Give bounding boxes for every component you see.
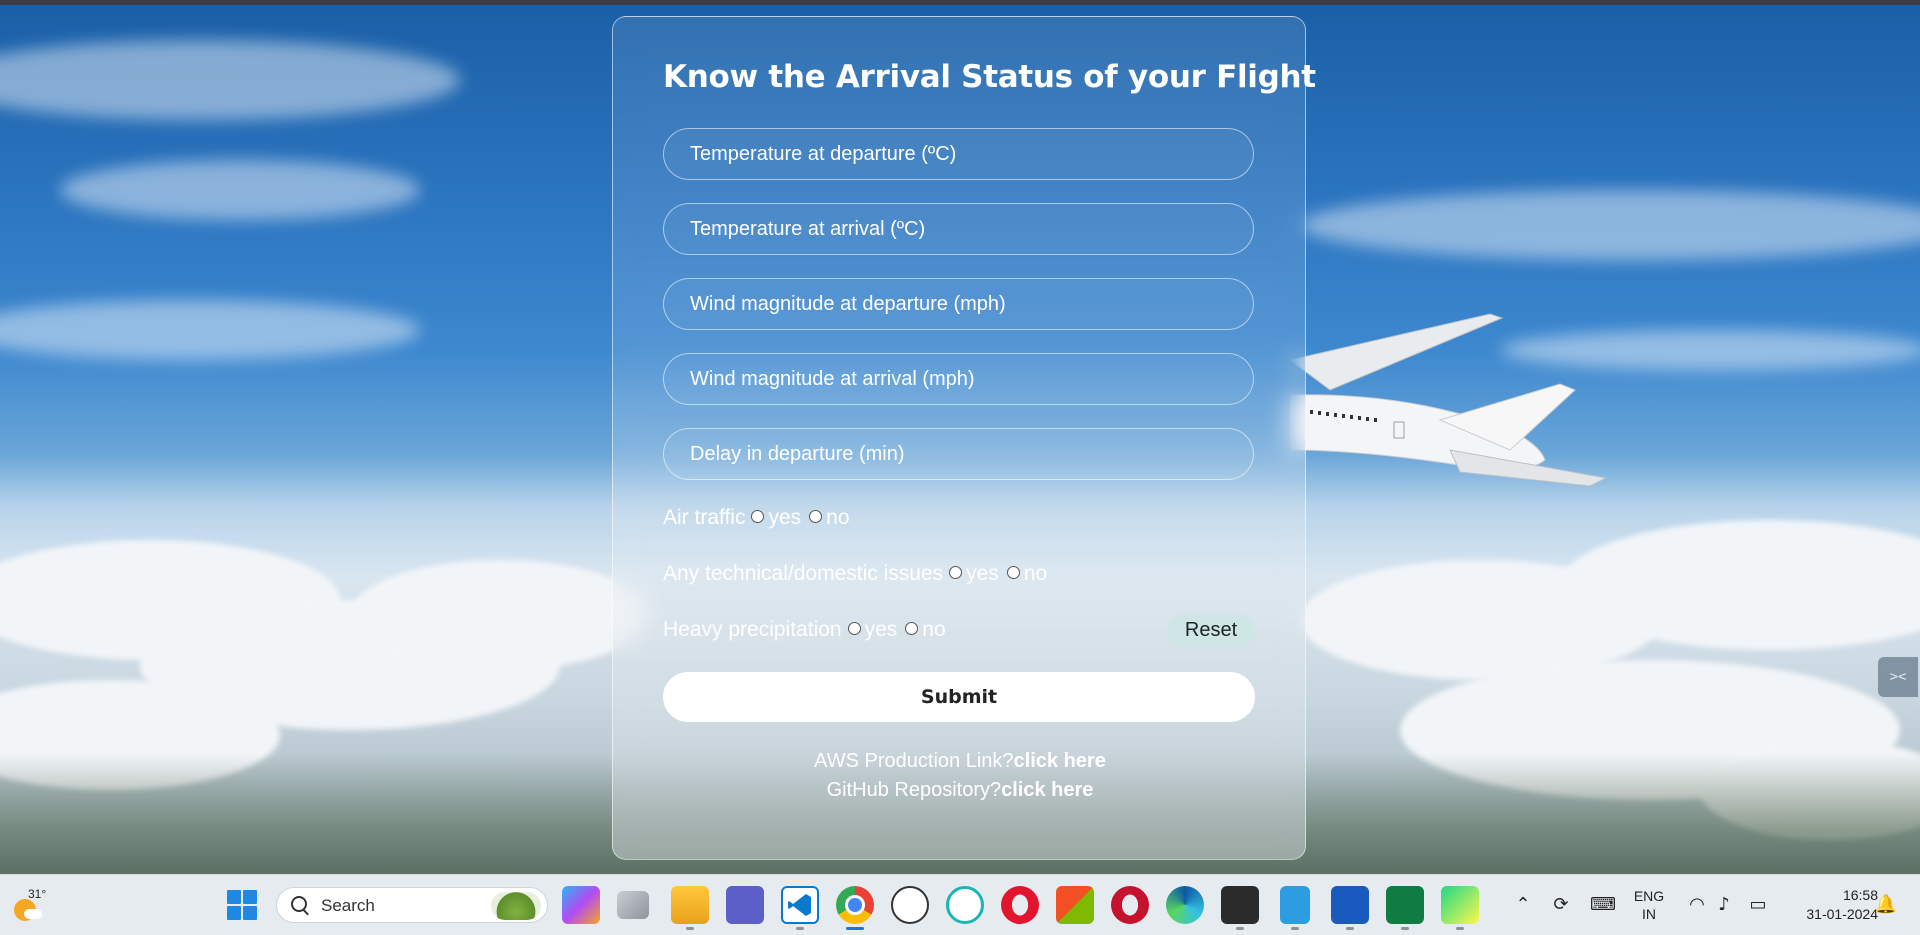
arrival-wind-input[interactable] xyxy=(663,353,1254,405)
air-traffic-no-label: no xyxy=(826,506,850,529)
microsoft-store-icon[interactable] xyxy=(1056,886,1094,924)
sky-streak xyxy=(0,300,420,360)
word-icon[interactable] xyxy=(1331,886,1369,924)
keyboard-icon[interactable]: ⌨ xyxy=(1590,893,1616,917)
chevron-up-icon[interactable]: ⌃ xyxy=(1511,893,1535,917)
running-indicator xyxy=(686,927,694,930)
airplane-image xyxy=(1290,313,1608,487)
region-code: IN xyxy=(1642,906,1656,922)
language-code: ENG xyxy=(1633,888,1665,904)
sky-streak xyxy=(60,160,420,220)
running-indicator xyxy=(1236,927,1244,930)
weather-temperature: 31° xyxy=(28,887,47,901)
opera-icon[interactable] xyxy=(1001,886,1039,924)
running-indicator xyxy=(1346,927,1354,930)
technical-issues-no-radio[interactable] xyxy=(1006,565,1020,579)
sky-streak xyxy=(0,40,460,120)
departure-temperature-input[interactable] xyxy=(663,128,1254,180)
aws-link-line: AWS Production Link?click here xyxy=(613,750,1307,773)
departure-wind-input[interactable] xyxy=(663,278,1254,330)
submit-button[interactable]: Submit xyxy=(663,672,1255,722)
clock[interactable]: 16:58 31-01-2024 xyxy=(1780,875,1878,935)
weather-widget[interactable]: 31° xyxy=(10,887,50,921)
volume-icon[interactable]: ♪ xyxy=(1712,893,1736,917)
air-traffic-yes-label: yes xyxy=(768,506,802,529)
flight-status-form: Know the Arrival Status of your Flight A… xyxy=(612,16,1316,860)
technical-issues-no-label: no xyxy=(1023,562,1048,585)
technical-issues-yes-label: yes xyxy=(966,562,999,585)
aws-link-prefix: AWS Production Link? xyxy=(814,750,1014,772)
notification-bell-icon[interactable]: 🔔 xyxy=(1874,893,1898,917)
air-traffic-group: Air traffic yes no xyxy=(663,503,852,533)
github-link-prefix: GitHub Repository? xyxy=(826,779,1002,801)
task-view-icon[interactable] xyxy=(617,891,649,919)
battery-icon[interactable]: ▭ xyxy=(1746,893,1770,917)
heavy-precipitation-group: Heavy precipitation yes no xyxy=(663,615,948,645)
side-panel-toggle-icon[interactable]: >< xyxy=(1878,657,1918,697)
notepad-icon[interactable] xyxy=(1280,886,1310,924)
arrival-temperature-input[interactable] xyxy=(663,203,1254,255)
window-top-edge xyxy=(0,0,1920,5)
vscode-icon[interactable] xyxy=(781,886,819,924)
air-traffic-label: Air traffic xyxy=(663,506,746,529)
chrome-icon[interactable] xyxy=(836,886,874,924)
heavy-precipitation-yes-radio[interactable] xyxy=(847,621,861,635)
github-repository-link[interactable]: click here xyxy=(1001,779,1093,801)
reset-button[interactable]: Reset xyxy=(1167,615,1255,646)
sky-streak xyxy=(1300,190,1920,260)
windows-logo-icon xyxy=(227,890,257,920)
dell-icon[interactable] xyxy=(891,886,929,924)
active-app-indicator xyxy=(846,927,864,930)
clock-date: 31-01-2024 xyxy=(1806,906,1878,922)
sync-icon[interactable]: ⟳ xyxy=(1549,893,1573,917)
heavy-precipitation-no-label: no xyxy=(922,618,946,641)
search-icon xyxy=(291,896,307,912)
air-traffic-yes-radio[interactable] xyxy=(751,509,765,523)
cortana-icon[interactable] xyxy=(946,886,984,924)
technical-issues-yes-radio[interactable] xyxy=(949,565,963,579)
language-indicator[interactable]: ENG IN xyxy=(1626,875,1672,935)
copilot-pre-icon[interactable] xyxy=(562,886,600,924)
vscode-logo-icon xyxy=(788,894,811,916)
file-explorer-icon[interactable] xyxy=(671,886,709,924)
departure-delay-input[interactable] xyxy=(663,428,1254,480)
cloud xyxy=(350,560,650,670)
search-highlight-icon xyxy=(491,892,541,920)
running-indicator xyxy=(1456,927,1464,930)
terminal-icon[interactable] xyxy=(1221,886,1259,924)
taskbar-search[interactable]: Search xyxy=(276,887,548,923)
running-indicator xyxy=(796,927,804,930)
teams-icon[interactable] xyxy=(726,886,764,924)
heavy-precipitation-no-radio[interactable] xyxy=(905,621,919,635)
cloud-icon xyxy=(24,909,42,919)
edge-icon[interactable] xyxy=(1166,886,1204,924)
air-traffic-no-radio[interactable] xyxy=(809,509,823,523)
start-button[interactable] xyxy=(226,889,258,921)
aws-production-link[interactable]: click here xyxy=(1014,750,1106,772)
wifi-icon[interactable]: ◠ xyxy=(1685,893,1709,917)
search-label: Search xyxy=(321,896,375,915)
excel-icon[interactable] xyxy=(1386,886,1424,924)
heavy-precipitation-label: Heavy precipitation xyxy=(663,618,842,641)
technical-issues-group: Any technical/domestic issues yes no xyxy=(663,559,1049,589)
pycharm-icon[interactable] xyxy=(1441,886,1479,924)
heavy-precipitation-yes-label: yes xyxy=(864,618,898,641)
taskbar: 31° Search ⌃ ⟳ ⌨ ENG IN ◠ ♪ ▭ 16:58 31-0… xyxy=(0,874,1920,935)
running-indicator xyxy=(1401,927,1409,930)
github-link-line: GitHub Repository?click here xyxy=(613,779,1307,802)
running-indicator xyxy=(1291,927,1299,930)
chrome-center-icon xyxy=(845,895,865,915)
clock-time: 16:58 xyxy=(1842,887,1878,903)
opera-gx-icon[interactable] xyxy=(1111,886,1149,924)
technical-issues-label: Any technical/domestic issues xyxy=(663,562,944,585)
form-title: Know the Arrival Status of your Flight xyxy=(663,59,1316,95)
